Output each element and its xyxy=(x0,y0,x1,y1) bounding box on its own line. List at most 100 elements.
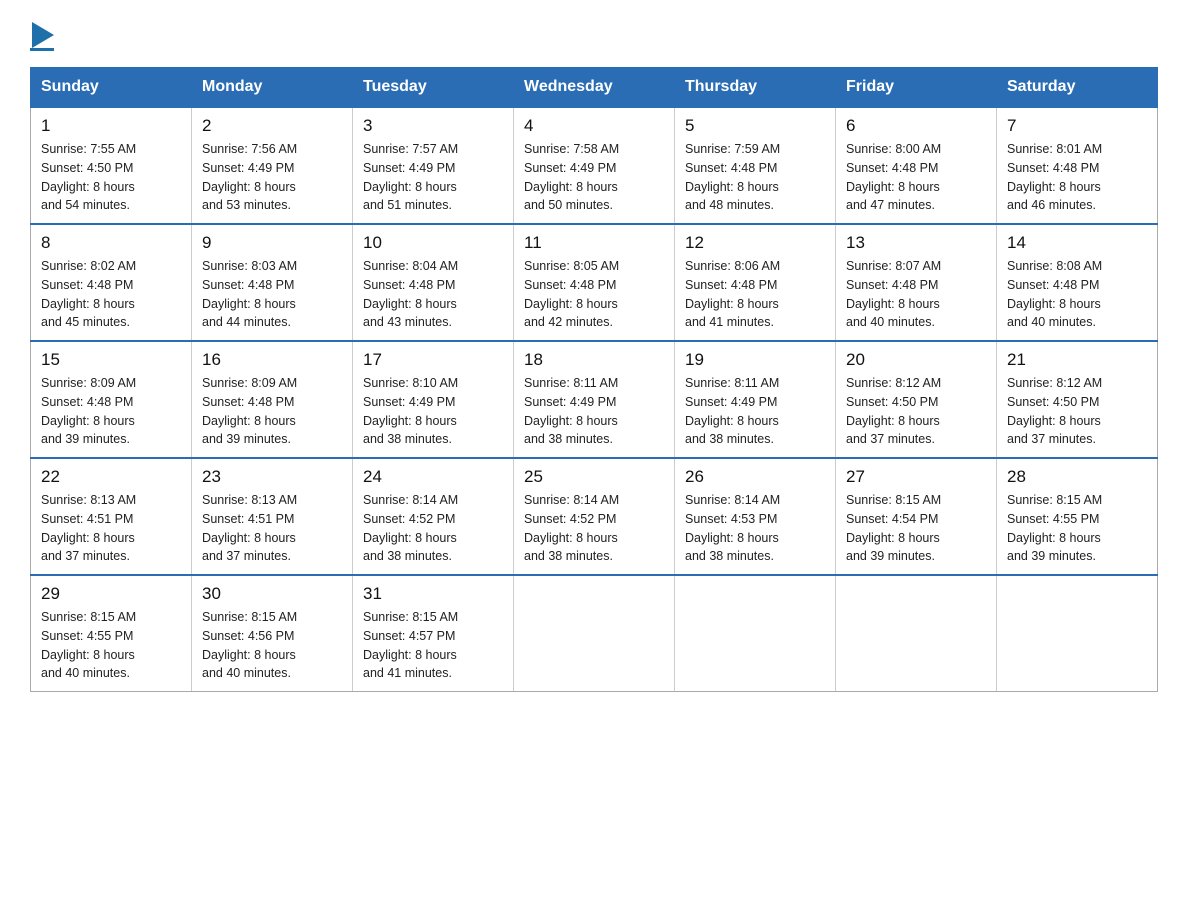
calendar-cell: 28 Sunrise: 8:15 AMSunset: 4:55 PMDaylig… xyxy=(997,458,1158,575)
calendar-cell: 19 Sunrise: 8:11 AMSunset: 4:49 PMDaylig… xyxy=(675,341,836,458)
day-info: Sunrise: 7:57 AMSunset: 4:49 PMDaylight:… xyxy=(363,142,458,212)
day-info: Sunrise: 8:05 AMSunset: 4:48 PMDaylight:… xyxy=(524,259,619,329)
calendar-cell: 12 Sunrise: 8:06 AMSunset: 4:48 PMDaylig… xyxy=(675,224,836,341)
day-info: Sunrise: 8:09 AMSunset: 4:48 PMDaylight:… xyxy=(41,376,136,446)
day-info: Sunrise: 8:10 AMSunset: 4:49 PMDaylight:… xyxy=(363,376,458,446)
calendar-cell: 20 Sunrise: 8:12 AMSunset: 4:50 PMDaylig… xyxy=(836,341,997,458)
calendar-cell: 10 Sunrise: 8:04 AMSunset: 4:48 PMDaylig… xyxy=(353,224,514,341)
calendar-cell: 6 Sunrise: 8:00 AMSunset: 4:48 PMDayligh… xyxy=(836,107,997,224)
day-info: Sunrise: 8:13 AMSunset: 4:51 PMDaylight:… xyxy=(41,493,136,563)
day-info: Sunrise: 8:12 AMSunset: 4:50 PMDaylight:… xyxy=(846,376,941,446)
day-info: Sunrise: 8:14 AMSunset: 4:52 PMDaylight:… xyxy=(363,493,458,563)
day-number: 7 xyxy=(1007,116,1147,136)
logo xyxy=(30,20,54,51)
day-number: 11 xyxy=(524,233,664,253)
calendar-cell: 25 Sunrise: 8:14 AMSunset: 4:52 PMDaylig… xyxy=(514,458,675,575)
calendar-cell: 2 Sunrise: 7:56 AMSunset: 4:49 PMDayligh… xyxy=(192,107,353,224)
day-info: Sunrise: 8:06 AMSunset: 4:48 PMDaylight:… xyxy=(685,259,780,329)
header-tuesday: Tuesday xyxy=(353,68,514,108)
calendar-cell: 16 Sunrise: 8:09 AMSunset: 4:48 PMDaylig… xyxy=(192,341,353,458)
calendar-cell: 26 Sunrise: 8:14 AMSunset: 4:53 PMDaylig… xyxy=(675,458,836,575)
day-number: 17 xyxy=(363,350,503,370)
day-info: Sunrise: 7:55 AMSunset: 4:50 PMDaylight:… xyxy=(41,142,136,212)
day-number: 8 xyxy=(41,233,181,253)
calendar-cell: 18 Sunrise: 8:11 AMSunset: 4:49 PMDaylig… xyxy=(514,341,675,458)
day-info: Sunrise: 8:11 AMSunset: 4:49 PMDaylight:… xyxy=(524,376,618,446)
day-info: Sunrise: 8:15 AMSunset: 4:54 PMDaylight:… xyxy=(846,493,941,563)
day-info: Sunrise: 8:15 AMSunset: 4:55 PMDaylight:… xyxy=(41,610,136,680)
calendar-cell: 1 Sunrise: 7:55 AMSunset: 4:50 PMDayligh… xyxy=(31,107,192,224)
header-friday: Friday xyxy=(836,68,997,108)
header-monday: Monday xyxy=(192,68,353,108)
calendar-cell: 15 Sunrise: 8:09 AMSunset: 4:48 PMDaylig… xyxy=(31,341,192,458)
calendar-cell: 30 Sunrise: 8:15 AMSunset: 4:56 PMDaylig… xyxy=(192,575,353,692)
header-thursday: Thursday xyxy=(675,68,836,108)
day-info: Sunrise: 8:01 AMSunset: 4:48 PMDaylight:… xyxy=(1007,142,1102,212)
day-number: 9 xyxy=(202,233,342,253)
day-number: 24 xyxy=(363,467,503,487)
calendar-week-row: 22 Sunrise: 8:13 AMSunset: 4:51 PMDaylig… xyxy=(31,458,1158,575)
day-number: 27 xyxy=(846,467,986,487)
calendar-week-row: 8 Sunrise: 8:02 AMSunset: 4:48 PMDayligh… xyxy=(31,224,1158,341)
calendar-cell: 8 Sunrise: 8:02 AMSunset: 4:48 PMDayligh… xyxy=(31,224,192,341)
day-info: Sunrise: 7:59 AMSunset: 4:48 PMDaylight:… xyxy=(685,142,780,212)
day-number: 6 xyxy=(846,116,986,136)
day-number: 12 xyxy=(685,233,825,253)
day-number: 13 xyxy=(846,233,986,253)
day-number: 29 xyxy=(41,584,181,604)
calendar-cell: 22 Sunrise: 8:13 AMSunset: 4:51 PMDaylig… xyxy=(31,458,192,575)
calendar-cell xyxy=(675,575,836,692)
day-info: Sunrise: 7:56 AMSunset: 4:49 PMDaylight:… xyxy=(202,142,297,212)
logo-arrow-icon xyxy=(32,22,54,48)
calendar-table: SundayMondayTuesdayWednesdayThursdayFrid… xyxy=(30,67,1158,692)
calendar-cell: 29 Sunrise: 8:15 AMSunset: 4:55 PMDaylig… xyxy=(31,575,192,692)
calendar-cell xyxy=(997,575,1158,692)
day-number: 23 xyxy=(202,467,342,487)
calendar-cell: 23 Sunrise: 8:13 AMSunset: 4:51 PMDaylig… xyxy=(192,458,353,575)
day-number: 19 xyxy=(685,350,825,370)
calendar-cell: 17 Sunrise: 8:10 AMSunset: 4:49 PMDaylig… xyxy=(353,341,514,458)
calendar-cell: 27 Sunrise: 8:15 AMSunset: 4:54 PMDaylig… xyxy=(836,458,997,575)
day-number: 21 xyxy=(1007,350,1147,370)
calendar-week-row: 29 Sunrise: 8:15 AMSunset: 4:55 PMDaylig… xyxy=(31,575,1158,692)
day-info: Sunrise: 8:04 AMSunset: 4:48 PMDaylight:… xyxy=(363,259,458,329)
calendar-week-row: 15 Sunrise: 8:09 AMSunset: 4:48 PMDaylig… xyxy=(31,341,1158,458)
day-info: Sunrise: 8:15 AMSunset: 4:57 PMDaylight:… xyxy=(363,610,458,680)
day-info: Sunrise: 8:15 AMSunset: 4:55 PMDaylight:… xyxy=(1007,493,1102,563)
header-wednesday: Wednesday xyxy=(514,68,675,108)
header-saturday: Saturday xyxy=(997,68,1158,108)
day-info: Sunrise: 8:11 AMSunset: 4:49 PMDaylight:… xyxy=(685,376,779,446)
calendar-cell: 4 Sunrise: 7:58 AMSunset: 4:49 PMDayligh… xyxy=(514,107,675,224)
day-info: Sunrise: 8:13 AMSunset: 4:51 PMDaylight:… xyxy=(202,493,297,563)
day-number: 5 xyxy=(685,116,825,136)
header-sunday: Sunday xyxy=(31,68,192,108)
day-info: Sunrise: 8:03 AMSunset: 4:48 PMDaylight:… xyxy=(202,259,297,329)
day-info: Sunrise: 8:00 AMSunset: 4:48 PMDaylight:… xyxy=(846,142,941,212)
calendar-cell: 21 Sunrise: 8:12 AMSunset: 4:50 PMDaylig… xyxy=(997,341,1158,458)
calendar-cell: 13 Sunrise: 8:07 AMSunset: 4:48 PMDaylig… xyxy=(836,224,997,341)
calendar-header-row: SundayMondayTuesdayWednesdayThursdayFrid… xyxy=(31,68,1158,108)
day-info: Sunrise: 8:12 AMSunset: 4:50 PMDaylight:… xyxy=(1007,376,1102,446)
day-number: 3 xyxy=(363,116,503,136)
page-header xyxy=(30,20,1158,51)
day-number: 14 xyxy=(1007,233,1147,253)
day-info: Sunrise: 8:15 AMSunset: 4:56 PMDaylight:… xyxy=(202,610,297,680)
day-number: 18 xyxy=(524,350,664,370)
day-number: 22 xyxy=(41,467,181,487)
day-info: Sunrise: 8:02 AMSunset: 4:48 PMDaylight:… xyxy=(41,259,136,329)
calendar-cell: 14 Sunrise: 8:08 AMSunset: 4:48 PMDaylig… xyxy=(997,224,1158,341)
day-number: 20 xyxy=(846,350,986,370)
calendar-cell: 31 Sunrise: 8:15 AMSunset: 4:57 PMDaylig… xyxy=(353,575,514,692)
day-info: Sunrise: 8:14 AMSunset: 4:53 PMDaylight:… xyxy=(685,493,780,563)
day-number: 2 xyxy=(202,116,342,136)
calendar-cell: 3 Sunrise: 7:57 AMSunset: 4:49 PMDayligh… xyxy=(353,107,514,224)
calendar-cell: 5 Sunrise: 7:59 AMSunset: 4:48 PMDayligh… xyxy=(675,107,836,224)
calendar-cell xyxy=(836,575,997,692)
calendar-week-row: 1 Sunrise: 7:55 AMSunset: 4:50 PMDayligh… xyxy=(31,107,1158,224)
calendar-cell: 24 Sunrise: 8:14 AMSunset: 4:52 PMDaylig… xyxy=(353,458,514,575)
day-number: 10 xyxy=(363,233,503,253)
day-number: 25 xyxy=(524,467,664,487)
day-number: 16 xyxy=(202,350,342,370)
day-number: 31 xyxy=(363,584,503,604)
day-number: 4 xyxy=(524,116,664,136)
